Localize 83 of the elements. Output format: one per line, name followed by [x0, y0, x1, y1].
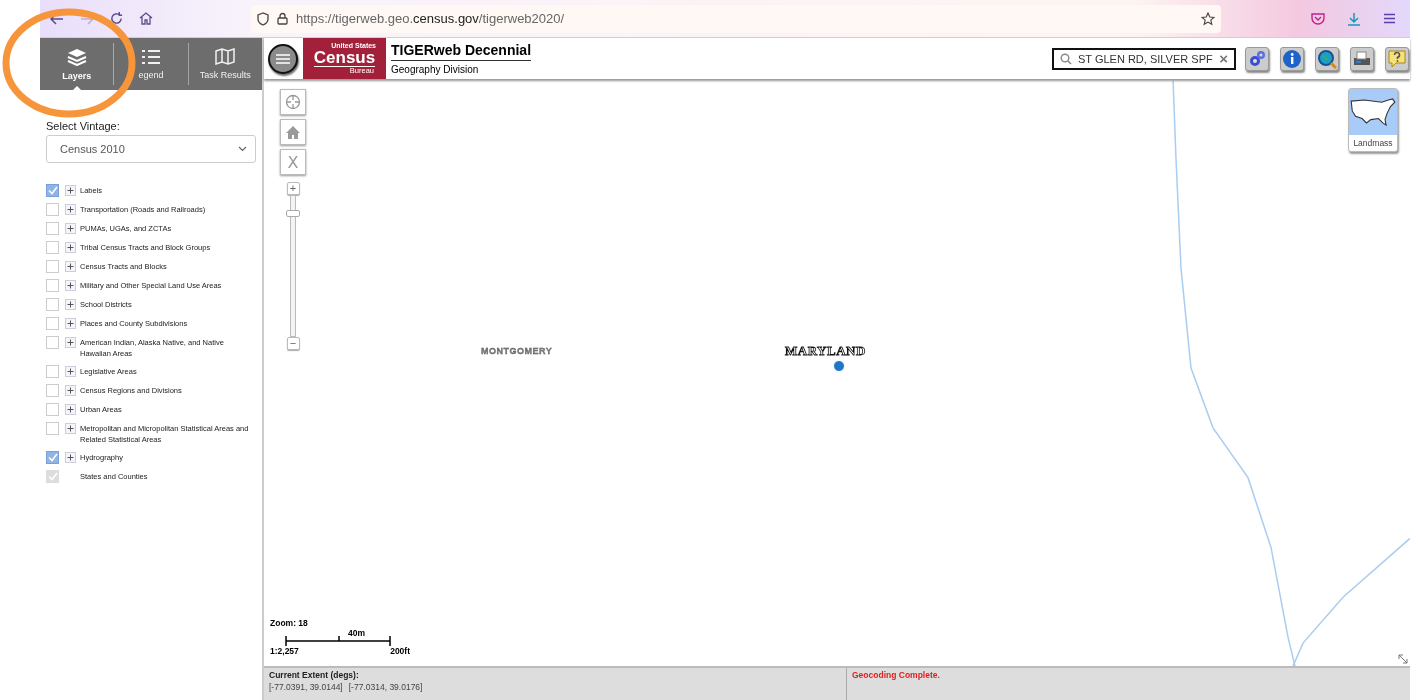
- reload-icon[interactable]: [110, 12, 123, 25]
- url-text: https://tigerweb.geo.census.gov/tigerweb2020/: [296, 11, 565, 26]
- layer-checkbox[interactable]: [46, 384, 59, 397]
- address-bar[interactable]: https://tigerweb.geo.census.gov/tigerweb2020/: [251, 4, 1221, 33]
- list-icon: [141, 48, 161, 65]
- location-marker: [833, 360, 845, 372]
- app-title: TIGERweb Decennial: [391, 42, 532, 61]
- layer-checkbox[interactable]: [46, 184, 59, 197]
- scale-metric: 40m: [348, 628, 365, 638]
- chevron-icon: [238, 146, 247, 152]
- scale-imperial: 200ft: [390, 646, 410, 656]
- expand-icon[interactable]: [65, 385, 76, 396]
- menu-button[interactable]: [268, 43, 298, 74]
- sidebar-tab[interactable]: egend: [114, 43, 189, 85]
- clear-button[interactable]: ×: [1219, 50, 1228, 67]
- layer-checkbox[interactable]: [46, 222, 59, 235]
- globe-magnifier-icon: [1317, 48, 1337, 69]
- layer-checkbox[interactable]: [46, 365, 59, 378]
- layer-checkbox[interactable]: [46, 203, 59, 216]
- zoom-out-button[interactable]: −: [286, 337, 300, 350]
- layer-checkbox[interactable]: [46, 298, 59, 311]
- star-icon[interactable]: [1201, 11, 1215, 26]
- layer-checkbox[interactable]: [46, 451, 59, 464]
- globe-search-button[interactable]: [1315, 46, 1339, 71]
- county-label: MONTGOMERY: [481, 346, 553, 356]
- layer-checkbox[interactable]: [46, 279, 59, 292]
- app-subtitle: Geography Division: [391, 63, 480, 75]
- vintage-dropdown[interactable]: Census 2010: [46, 135, 256, 163]
- state-label: MARYLAND: [785, 343, 866, 359]
- lock-icon: [277, 12, 288, 25]
- crosshair-icon: [285, 94, 301, 110]
- expand-icon[interactable]: [65, 204, 76, 215]
- sidebar-tab[interactable]: Task Results: [188, 43, 262, 85]
- layer-checkbox[interactable]: [46, 403, 59, 416]
- expand-icon[interactable]: [65, 452, 76, 463]
- extent-label: Current Extent (degs):: [269, 670, 360, 680]
- search-icon: [1060, 52, 1072, 65]
- expand-icon[interactable]: [65, 299, 76, 310]
- menu-icon: [275, 52, 291, 65]
- vintage-label: Select Vintage:: [46, 120, 121, 132]
- help-icon: [1387, 48, 1407, 69]
- expand-icon[interactable]: [65, 404, 76, 415]
- clear-map-button[interactable]: X: [280, 149, 306, 175]
- status-message: Geocoding Complete.: [852, 670, 940, 680]
- extent-min: [-77.0391, 39.0144]: [269, 682, 343, 692]
- layer-checkbox[interactable]: [46, 241, 59, 254]
- layer-checkbox[interactable]: [46, 336, 59, 349]
- home-button[interactable]: [280, 119, 306, 145]
- expand-icon[interactable]: [65, 318, 76, 329]
- resize-icon[interactable]: [1398, 654, 1408, 664]
- layer-checkbox[interactable]: [46, 260, 59, 273]
- expand-icon[interactable]: [65, 261, 76, 272]
- layer-checkbox[interactable]: [46, 422, 59, 435]
- map-icon: [215, 48, 236, 65]
- home-icon[interactable]: [139, 12, 153, 25]
- expand-icon[interactable]: [65, 280, 76, 291]
- pocket-icon[interactable]: [1311, 12, 1325, 25]
- scale-ratio: 1:2,257: [270, 646, 299, 656]
- expand-icon[interactable]: [65, 423, 76, 434]
- info-icon: [1282, 48, 1302, 69]
- extent-max: [-77.0314, 39.0176]: [348, 682, 423, 692]
- search-field[interactable]: ST GLEN RD, SILVER SPF ×: [1052, 47, 1236, 70]
- zoom-level-text: Zoom: 18: [270, 618, 309, 628]
- gears-icon: [1247, 48, 1267, 69]
- home-icon: [285, 124, 301, 140]
- zoom-handle[interactable]: [286, 210, 300, 217]
- info-button[interactable]: [1280, 46, 1304, 71]
- expand-icon[interactable]: [65, 185, 76, 196]
- help-button[interactable]: [1385, 46, 1409, 71]
- basemap-button[interactable]: Landmass: [1348, 88, 1398, 152]
- expand-icon[interactable]: [65, 366, 76, 377]
- expand-icon[interactable]: [65, 337, 76, 348]
- us-map-icon: [1349, 89, 1397, 135]
- printer-button[interactable]: [1350, 46, 1374, 71]
- zoom-in-button[interactable]: +: [286, 182, 300, 195]
- gears-tool-button[interactable]: [1245, 46, 1269, 71]
- menu-icon[interactable]: [1383, 13, 1396, 24]
- locate-button[interactable]: [280, 89, 306, 115]
- shield-icon: [257, 11, 269, 26]
- expand-icon[interactable]: [65, 242, 76, 253]
- layer-checkbox[interactable]: [46, 317, 59, 330]
- layers-icon: [66, 47, 87, 66]
- expand-icon[interactable]: [65, 223, 76, 234]
